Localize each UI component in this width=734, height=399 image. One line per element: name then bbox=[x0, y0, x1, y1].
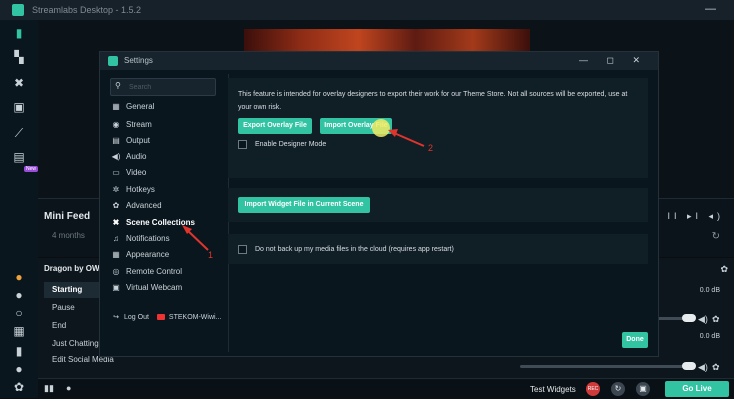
arrow-2-line bbox=[393, 132, 425, 147]
arrow-2-head bbox=[388, 129, 398, 137]
annotation-number-2: 2 bbox=[428, 143, 434, 153]
annotation-number-1: 1 bbox=[208, 250, 214, 260]
annotation-arrows bbox=[182, 129, 425, 251]
arrow-1-line bbox=[185, 228, 209, 251]
